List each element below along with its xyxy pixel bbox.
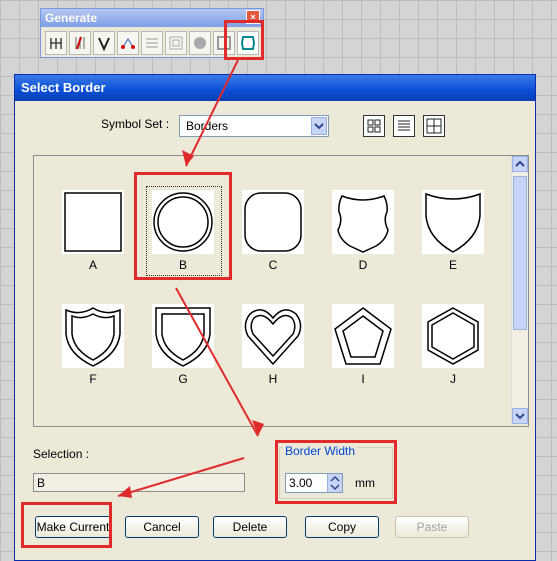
arrow-line bbox=[175, 287, 259, 437]
arrow-line bbox=[117, 457, 245, 497]
annotation-arrows bbox=[117, 59, 264, 498]
arrowhead-icon bbox=[118, 486, 132, 498]
arrow-line bbox=[185, 59, 239, 167]
